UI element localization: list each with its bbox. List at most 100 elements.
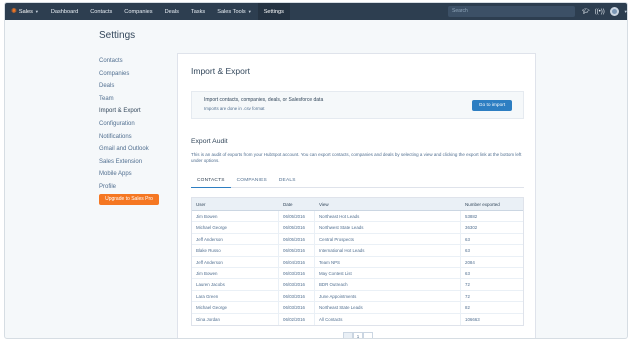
cell-date: 06/04/2016: [279, 256, 315, 267]
avatar[interactable]: [609, 7, 619, 16]
cell-number-exported: 36302: [465, 225, 478, 231]
sidebar-item-notifications[interactable]: Notifications: [99, 131, 169, 144]
go-to-import-button[interactable]: Go to import: [472, 100, 512, 111]
cell-view: June Appointments: [315, 290, 461, 302]
top-navigation: ✺ Sales ▼ Dashboard Contacts Companies D…: [5, 3, 627, 20]
nav-utility-icons: 🎓︎ ((•)) ▼: [582, 3, 627, 20]
cell-view: All Contacts: [315, 313, 461, 325]
import-subtext: Imports are done in .csv format: [204, 106, 265, 111]
chevron-down-icon: ▼: [247, 9, 252, 14]
cell-number-exported: 53882: [465, 214, 478, 219]
table-row: Jeff Anderson 06/04/2016 Team NPS 2084: [192, 256, 523, 268]
export-audit-table: User Date View Number exported Jim Bowen…: [191, 197, 524, 326]
sidebar-item-companies[interactable]: Companies: [99, 68, 169, 81]
cell-number-exported: 82: [465, 305, 470, 311]
nav-companies[interactable]: Companies: [118, 3, 158, 20]
cell-number-exported: 63: [465, 236, 470, 242]
sidebar-item-profile[interactable]: Profile: [99, 181, 169, 194]
cell-date: 06/05/2016: [279, 245, 315, 256]
import-heading: Import contacts, companies, deals, or Sa…: [204, 97, 324, 103]
sidebar-item-mobile-apps[interactable]: Mobile Apps: [99, 168, 169, 181]
sidebar-item-gmail-outlook[interactable]: Gmail and Outlook: [99, 143, 169, 156]
cell-date: 06/03/2016: [279, 267, 315, 279]
nav-dashboard[interactable]: Dashboard: [45, 3, 84, 20]
cell-view: May Contest List: [315, 267, 461, 279]
cell-number-exported: 63: [465, 248, 470, 254]
sidebar-item-deals[interactable]: Deals: [99, 80, 169, 93]
next-page-button[interactable]: [363, 332, 373, 338]
sidebar-item-sales-extension[interactable]: Sales Extension: [99, 156, 169, 169]
hubspot-sprocket-icon: ✺: [11, 8, 17, 15]
table-row: Lauren Jacobs 06/03/2016 BDR Outreach 72: [192, 279, 523, 291]
tab-companies[interactable]: COMPANIES: [231, 173, 273, 188]
nav-contacts[interactable]: Contacts: [84, 3, 118, 20]
cell-user: Jeff Anderson: [192, 256, 279, 267]
sidebar-item-contacts[interactable]: Contacts: [99, 55, 169, 68]
table-row: Michael George 06/03/2016 Northeast Stat…: [192, 302, 523, 314]
pagination: 1: [343, 332, 373, 338]
import-export-panel: Import & Export Import contacts, compani…: [177, 53, 536, 338]
nav-sales-tools[interactable]: Sales Tools ▼: [211, 3, 257, 20]
chevron-down-icon: ▼: [34, 9, 39, 14]
search-input[interactable]: Search: [448, 6, 575, 17]
cell-view: Northeast Hot Leads: [315, 211, 461, 222]
page-number[interactable]: 1: [353, 332, 363, 338]
cell-view: Northeast State Leads: [315, 302, 461, 313]
export-audit-tabs: CONTACTS COMPANIES DEALS: [191, 173, 524, 188]
table-row: Gina Jordan 06/02/2016 All Contacts 1066…: [192, 313, 523, 325]
cell-user: Jeff Anderson: [192, 233, 279, 245]
cell-date: 06/03/2016: [279, 279, 315, 290]
table-row: Jim Bowen 06/05/2016 Northeast Hot Leads…: [192, 211, 523, 223]
cell-view: Team NPS: [315, 256, 461, 267]
upgrade-button[interactable]: Upgrade to Sales Pro: [99, 194, 159, 205]
tab-deals[interactable]: DEALS: [273, 173, 302, 188]
cell-number-exported: 2084: [465, 259, 475, 265]
cell-user: Michael George: [192, 302, 279, 313]
column-header-number-exported[interactable]: Number exported: [461, 198, 523, 210]
nav-deals[interactable]: Deals: [159, 3, 185, 20]
import-callout: Import contacts, companies, deals, or Sa…: [191, 91, 524, 119]
cell-user: Blake Russo: [192, 245, 279, 256]
cell-view: Northwest State Leads: [315, 222, 461, 233]
table-row: Jeff Anderson 06/05/2016 Central Prospec…: [192, 233, 523, 246]
graduation-cap-icon[interactable]: 🎓︎: [582, 9, 590, 15]
column-header-date[interactable]: Date: [279, 198, 315, 210]
chevron-down-icon[interactable]: ▼: [624, 9, 627, 14]
column-header-user[interactable]: User: [192, 198, 279, 210]
cell-number-exported: 72: [465, 282, 470, 288]
cell-date: 06/03/2016: [279, 290, 315, 302]
cell-date: 06/02/2016: [279, 313, 315, 325]
sidebar-item-configuration[interactable]: Configuration: [99, 118, 169, 131]
cell-date: 06/05/2016: [279, 233, 315, 245]
column-header-view[interactable]: View: [315, 198, 461, 210]
cell-user: Gina Jordan: [192, 313, 279, 325]
nav-tasks[interactable]: Tasks: [185, 3, 211, 20]
broadcast-icon[interactable]: ((•)): [595, 9, 605, 15]
table-row: Blake Russo 06/05/2016 International Hot…: [192, 245, 523, 257]
table-row: Michael George 06/05/2016 Northwest Stat…: [192, 222, 523, 234]
cell-date: 06/05/2016: [279, 222, 315, 233]
cell-view: Central Prospects: [315, 233, 461, 245]
cell-number-exported: 63: [465, 270, 470, 276]
panel-title: Import & Export: [191, 66, 251, 76]
table-row: Lara Green 06/03/2016 June Appointments …: [192, 290, 523, 303]
sidebar-item-team[interactable]: Team: [99, 93, 169, 106]
app-window: ✺ Sales ▼ Dashboard Contacts Companies D…: [4, 2, 628, 339]
cell-number-exported: 106663: [465, 316, 480, 322]
cell-view: International Hot Leads: [315, 245, 461, 256]
previous-page-button[interactable]: [343, 332, 353, 338]
cell-date: 06/05/2016: [279, 211, 315, 222]
page-title: Settings: [99, 30, 136, 41]
nav-settings[interactable]: Settings: [257, 3, 290, 20]
table-header: User Date View Number exported: [192, 198, 523, 211]
settings-sidebar: Contacts Companies Deals Team Import & E…: [99, 55, 169, 194]
export-audit-title: Export Audit: [191, 138, 228, 145]
cell-user: Jim Bowen: [192, 267, 279, 279]
table-row: Jim Bowen 06/03/2016 May Contest List 63: [192, 267, 523, 280]
cell-number-exported: 72: [465, 293, 470, 299]
cell-view: BDR Outreach: [315, 279, 461, 290]
tab-contacts[interactable]: CONTACTS: [191, 173, 231, 188]
sales-hub-menu[interactable]: ✺ Sales ▼: [5, 3, 45, 20]
sidebar-item-import-export[interactable]: Import & Export: [99, 105, 169, 118]
cell-date: 06/03/2016: [279, 302, 315, 313]
